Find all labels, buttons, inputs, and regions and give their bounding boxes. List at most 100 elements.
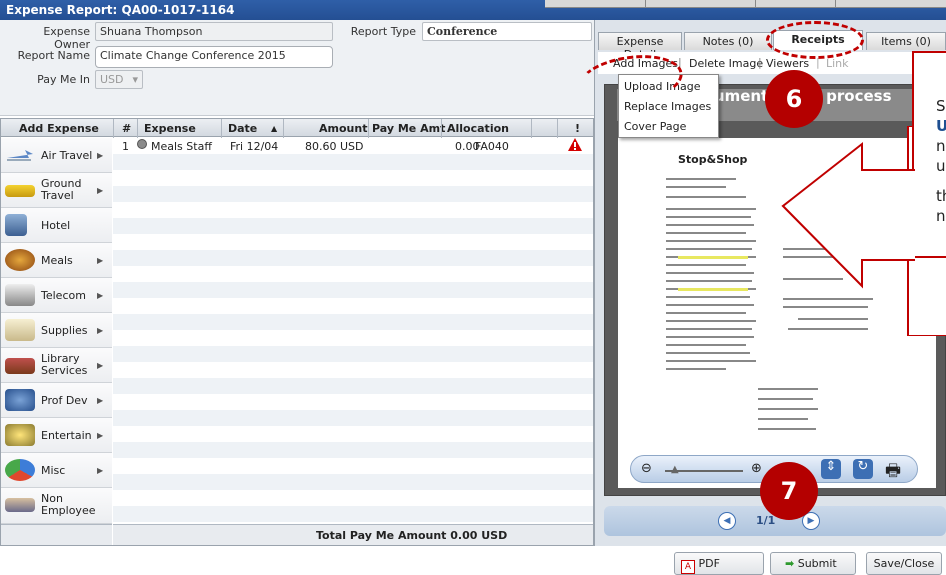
col-expense[interactable]: Expense [144, 122, 196, 135]
col-amount[interactable]: Amount [319, 122, 367, 135]
sidebar-item-misc[interactable]: Misc ▶ [1, 453, 112, 488]
chevron-right-icon: ▶ [97, 361, 104, 370]
books-icon [5, 358, 35, 374]
prev-page-icon[interactable]: ◀ [718, 512, 736, 530]
arrow-right-icon: ➡ [785, 557, 795, 570]
callout-text: S [936, 97, 946, 115]
hotel-icon [5, 214, 27, 236]
chevron-right-icon: ▶ [97, 151, 104, 160]
tab-expense-detail[interactable]: Expense Detail [598, 32, 682, 61]
callout-text: n [936, 207, 946, 225]
sidebar-item-hotel[interactable]: Hotel [1, 208, 112, 243]
sidebar-item-prof-dev[interactable]: Prof Dev ▶ [1, 383, 112, 418]
burger-icon [5, 249, 35, 271]
sidebar-item-label: Ground Travel [41, 177, 82, 202]
sidebar-item-entertain[interactable]: Entertain ▶ [1, 418, 112, 453]
pay-me-in-label: Pay Me In [37, 73, 90, 86]
col-num[interactable]: # [122, 122, 131, 135]
sidebar-item-supplies[interactable]: Supplies ▶ [1, 313, 112, 348]
save-close-button[interactable]: Save/Close [866, 552, 942, 575]
sidebar-item-label: Hotel [41, 219, 71, 232]
sidebar-item-non-employee[interactable]: Non Employee [1, 488, 112, 524]
chevron-down-icon: ▾ [132, 73, 138, 86]
zoom-in-icon[interactable]: ⊕ [751, 461, 762, 476]
row-amount: 80.60 USD [305, 140, 364, 153]
supplies-icon [5, 319, 35, 341]
viewers-button[interactable]: Viewers [766, 57, 809, 70]
col-date[interactable]: Date [228, 122, 257, 135]
step-6-badge: 6 [765, 70, 823, 128]
airplane-icon [5, 144, 35, 166]
zoom-out-icon[interactable]: ⊖ [641, 461, 652, 476]
entertain-icon [5, 424, 35, 446]
taxi-icon [5, 185, 35, 197]
handshake-icon [5, 498, 35, 512]
sidebar-item-label: Prof Dev [41, 394, 88, 407]
owner-field: Shuana Thompson [95, 22, 333, 41]
person-icon [5, 389, 35, 411]
table-row[interactable]: 1 Meals Staff Fri 12/04 80.60 USD 0.00 F… [113, 138, 593, 154]
total-pay-me-amount: Total Pay Me Amount 0.00 USD [316, 529, 508, 542]
chevron-right-icon: ▶ [97, 326, 104, 335]
delete-image-button[interactable]: Delete Image [689, 57, 763, 70]
sidebar-item-label: Meals [41, 254, 73, 267]
total-bar: Total Pay Me Amount 0.00 USD [113, 524, 593, 545]
sidebar-item-label: Telecom [41, 289, 86, 302]
sort-asc-icon: ▲ [271, 124, 278, 133]
page-indicator: 1/1 [756, 514, 776, 527]
phone-icon [5, 284, 35, 306]
row-allocation: FA040 [475, 140, 509, 153]
receipts-tab-highlight [766, 21, 864, 59]
callout-text: n [936, 137, 946, 155]
callout-text: u [936, 157, 946, 175]
report-type-label: Report Type [350, 25, 416, 38]
sidebar-item-label: Supplies [41, 324, 88, 337]
tab-items[interactable]: Items (0) [866, 32, 946, 50]
zoom-slider-thumb[interactable]: ▲ [671, 464, 679, 475]
sidebar-item-ground-travel[interactable]: Ground Travel ▶ [1, 173, 112, 208]
submit-button[interactable]: ➡ Submit [770, 552, 856, 575]
cover-page-item[interactable]: Cover Page [624, 120, 686, 133]
chevron-right-icon: ▶ [97, 256, 104, 265]
col-allocation[interactable]: Allocation [447, 122, 509, 135]
grid-header: Add Expense # Expense Date ▲ Amount Pay … [0, 118, 594, 138]
report-header-form: Expense Owner Shuana Thompson Report Typ… [0, 20, 594, 116]
add-expense-header: Add Expense [19, 122, 99, 135]
col-pay-me-amt[interactable]: Pay Me Amt [372, 122, 445, 135]
row-expense: Meals Staff [151, 140, 212, 153]
tab-notes[interactable]: Notes (0) [684, 32, 772, 50]
currency-value: USD [100, 73, 124, 86]
report-name-input[interactable]: Climate Change Conference 2015 [95, 46, 333, 68]
row-num: 1 [122, 140, 129, 153]
print-icon[interactable]: 🖶 [885, 458, 901, 487]
toolbar-divider: | [758, 56, 762, 69]
chevron-right-icon: ▶ [97, 466, 104, 475]
sidebar-item-label: Air Travel [41, 149, 93, 162]
currency-select[interactable]: USD ▾ [95, 70, 143, 89]
rotate-icon[interactable]: ↻ [853, 459, 873, 479]
sidebar-item-label: Entertain [41, 429, 92, 442]
sidebar-item-library-services[interactable]: Library Services ▶ [1, 348, 112, 383]
chevron-right-icon: ▶ [97, 396, 104, 405]
owner-label: Expense Owner [43, 25, 90, 51]
row-date: Fri 12/04 [230, 140, 279, 153]
chevron-right-icon: ▶ [97, 431, 104, 440]
pdf-report-button[interactable]: A PDF Report [674, 552, 764, 575]
sidebar-item-telecom[interactable]: Telecom ▶ [1, 278, 112, 313]
submit-label: Submit [797, 557, 837, 570]
shapes-icon [5, 459, 35, 481]
link-button[interactable]: Link [826, 57, 849, 70]
report-name-label: Report Name [17, 49, 90, 62]
sidebar-item-label: Misc [41, 464, 66, 477]
arrow-pointer [781, 141, 915, 289]
step-7-badge: 7 [760, 462, 818, 520]
sidebar-item-air-travel[interactable]: Air Travel ▶ [1, 138, 112, 173]
sidebar-item-meals[interactable]: Meals ▶ [1, 243, 112, 278]
sidebar-footer [1, 524, 112, 545]
chevron-right-icon: ▶ [97, 291, 104, 300]
chevron-right-icon: ▶ [97, 186, 104, 195]
report-type-field[interactable]: Conference [422, 22, 592, 41]
instruction-box: S U n u th n [912, 51, 946, 258]
fit-height-icon[interactable]: ⇕ [821, 459, 841, 479]
callout-text: U [936, 117, 946, 135]
